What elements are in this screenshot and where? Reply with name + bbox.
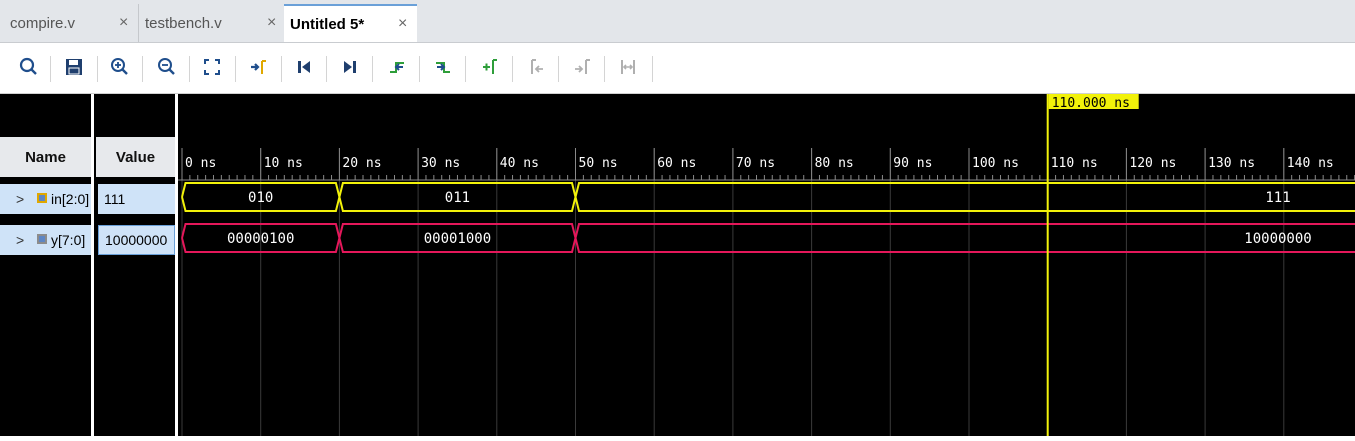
next-marker-icon[interactable] bbox=[569, 52, 595, 82]
wave-value-label: 00001000 bbox=[424, 231, 491, 247]
zoom-out-icon[interactable] bbox=[154, 52, 180, 82]
wave-value-label: 00000100 bbox=[227, 231, 294, 247]
expand-chevron-icon[interactable]: > bbox=[16, 191, 24, 207]
tab-label: compire.v bbox=[10, 15, 75, 32]
tick-label: 80 ns bbox=[815, 156, 854, 171]
tick-label: 90 ns bbox=[893, 156, 932, 171]
editor-tab-bar: compire.v × testbench.v × Untitled 5* × bbox=[0, 0, 1355, 43]
signal-row-y[interactable]: > y[7:0] bbox=[0, 225, 91, 255]
previous-marker-icon[interactable] bbox=[523, 52, 549, 82]
tab-testbench[interactable]: testbench.v × bbox=[138, 4, 284, 42]
close-icon[interactable]: × bbox=[119, 14, 128, 32]
wave-value-label: 111 bbox=[1265, 190, 1290, 206]
signal-value-y[interactable]: 10000000 bbox=[98, 225, 175, 255]
tick-label: 100 ns bbox=[972, 156, 1019, 171]
waveform-canvas[interactable]: 0 ns 10 ns 20 ns 30 ns 40 ns 50 ns 60 ns 70 ns 8… bbox=[178, 94, 1355, 436]
tick-label: 0 ns bbox=[185, 156, 216, 171]
tab-untitled-5[interactable]: Untitled 5* × bbox=[284, 4, 417, 42]
go-to-time-zero-icon[interactable] bbox=[291, 52, 317, 82]
signal-name: in[2:0] bbox=[51, 191, 91, 207]
tick-label: 40 ns bbox=[500, 156, 539, 171]
bus-icon bbox=[36, 191, 48, 203]
tick-label: 30 ns bbox=[421, 156, 460, 171]
swap-cursors-icon[interactable] bbox=[615, 52, 641, 82]
go-to-last-time-icon[interactable] bbox=[337, 52, 363, 82]
wave-segment bbox=[576, 224, 1355, 252]
waveform-svg[interactable]: 0 ns 10 ns 20 ns 30 ns 40 ns 50 ns 60 ns 70 ns 8… bbox=[178, 94, 1355, 436]
tick-label: 50 ns bbox=[579, 156, 618, 171]
tab-label: testbench.v bbox=[145, 15, 222, 32]
search-icon[interactable] bbox=[16, 52, 42, 82]
tab-compire[interactable]: compire.v × bbox=[4, 4, 138, 42]
tick-label: 70 ns bbox=[736, 156, 775, 171]
signal-value-in[interactable]: 111 bbox=[98, 184, 175, 214]
signal-waves: 010 011 111 00000100 00001000 10000000 bbox=[182, 183, 1355, 252]
wave-value-label: 011 bbox=[445, 190, 470, 206]
tick-label: 10 ns bbox=[264, 156, 303, 171]
save-icon[interactable] bbox=[61, 52, 87, 82]
tick-label: 20 ns bbox=[342, 156, 381, 171]
close-icon[interactable]: × bbox=[398, 15, 407, 33]
wave-segment bbox=[576, 183, 1355, 211]
tick-label: 120 ns bbox=[1129, 156, 1176, 171]
zoom-in-icon[interactable] bbox=[107, 52, 133, 82]
tab-label: Untitled 5* bbox=[290, 16, 364, 33]
cursor-time-label: 110.000 ns bbox=[1052, 96, 1130, 111]
wave-value-label: 010 bbox=[248, 190, 273, 206]
time-cursor[interactable]: 110.000 ns bbox=[1048, 94, 1139, 436]
add-marker-icon[interactable] bbox=[477, 52, 503, 82]
wave-in20: 010 011 111 bbox=[182, 183, 1355, 211]
wave-y70: 00000100 00001000 10000000 bbox=[182, 224, 1355, 252]
signal-name: y[7:0] bbox=[51, 232, 91, 248]
previous-transition-icon[interactable] bbox=[384, 52, 410, 82]
tick-label: 140 ns bbox=[1287, 156, 1334, 171]
tick-label: 130 ns bbox=[1208, 156, 1255, 171]
value-column-header[interactable]: Value bbox=[96, 137, 175, 177]
close-icon[interactable]: × bbox=[267, 14, 276, 32]
bus-icon bbox=[36, 232, 48, 244]
name-column-header[interactable]: Name bbox=[0, 137, 91, 177]
time-ruler: 0 ns 10 ns 20 ns 30 ns 40 ns 50 ns 60 ns 70 ns 8… bbox=[178, 148, 1355, 180]
tick-label: 60 ns bbox=[657, 156, 696, 171]
go-to-cursor-icon[interactable] bbox=[245, 52, 271, 82]
time-grid bbox=[182, 148, 1284, 436]
signal-row-in[interactable]: > in[2:0] bbox=[0, 184, 91, 214]
wave-value-label: 10000000 bbox=[1244, 231, 1311, 247]
tick-label: 110 ns bbox=[1051, 156, 1098, 171]
expand-chevron-icon[interactable]: > bbox=[16, 232, 24, 248]
zoom-fit-icon[interactable] bbox=[199, 52, 225, 82]
waveform-toolbar bbox=[0, 43, 1355, 94]
signal-values-panel: Value 111 10000000 bbox=[96, 94, 175, 436]
next-transition-icon[interactable] bbox=[430, 52, 456, 82]
signal-names-panel: Name > in[2:0] > y[7:0] bbox=[0, 94, 91, 436]
